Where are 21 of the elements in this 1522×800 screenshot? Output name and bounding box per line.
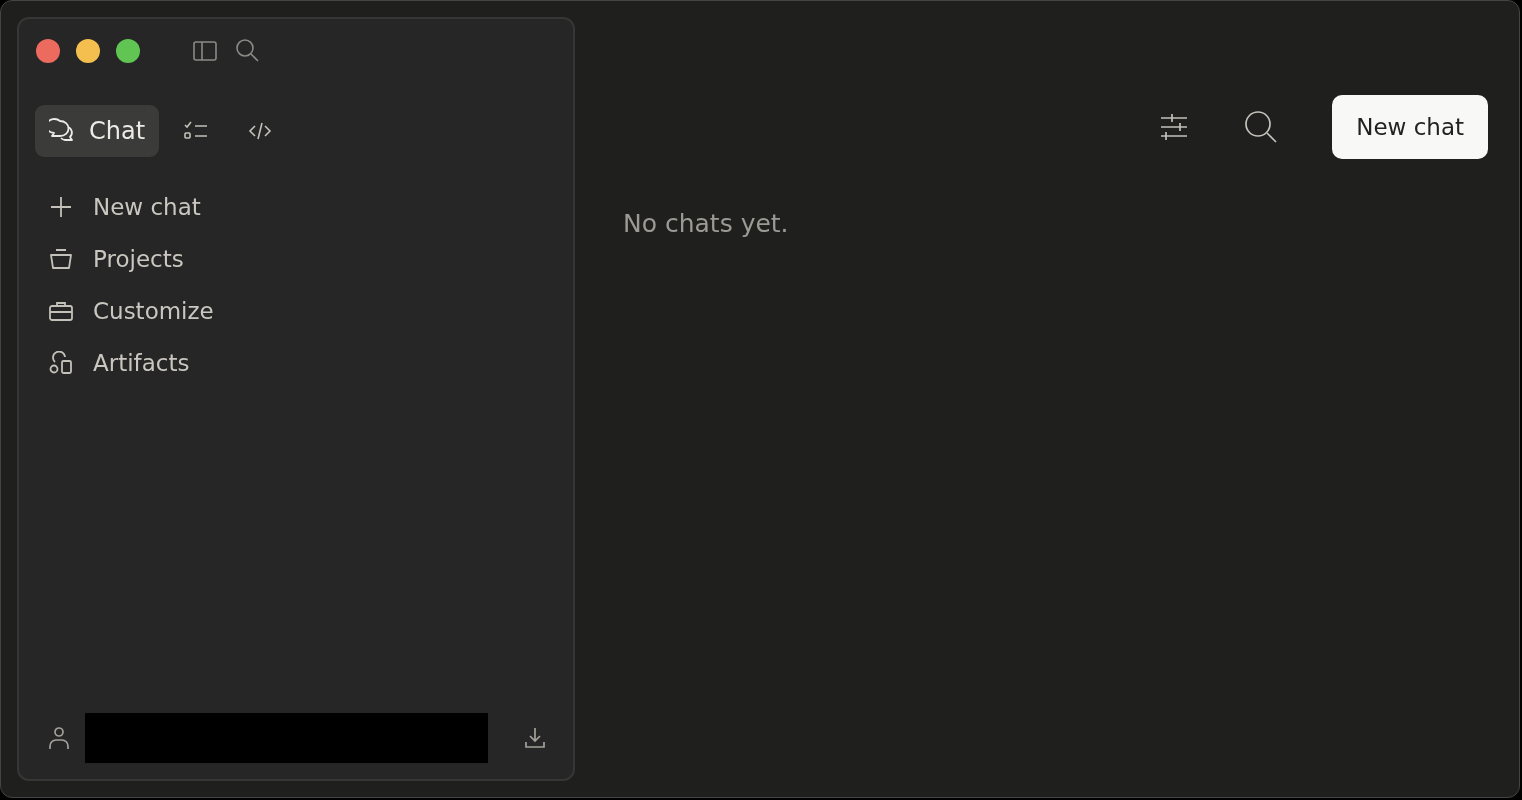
empty-state-message: No chats yet. <box>623 209 790 238</box>
tray-icon <box>49 247 73 271</box>
sidebar-item[interactable]: Artifacts <box>37 337 555 389</box>
search-icon[interactable] <box>234 38 260 64</box>
download-icon[interactable] <box>523 726 547 750</box>
zoom-window-button[interactable] <box>116 39 140 63</box>
sidebar-item[interactable]: New chat <box>37 181 555 233</box>
new-chat-button[interactable]: New chat <box>1332 95 1488 159</box>
checklist-icon <box>183 120 210 142</box>
code-icon <box>247 120 274 142</box>
close-window-button[interactable] <box>36 39 60 63</box>
shapes-icon <box>49 351 73 375</box>
user-icon[interactable] <box>47 725 71 751</box>
minimize-window-button[interactable] <box>76 39 100 63</box>
sidebar-toggle-icon[interactable] <box>192 40 218 62</box>
mode-tab[interactable]: Chat <box>35 105 160 157</box>
sidebar-item[interactable]: Customize <box>37 285 555 337</box>
briefcase-icon <box>49 299 73 323</box>
plus-icon <box>49 195 73 219</box>
search-icon[interactable] <box>1244 110 1279 144</box>
sidebar-item[interactable]: Projects <box>37 233 555 285</box>
